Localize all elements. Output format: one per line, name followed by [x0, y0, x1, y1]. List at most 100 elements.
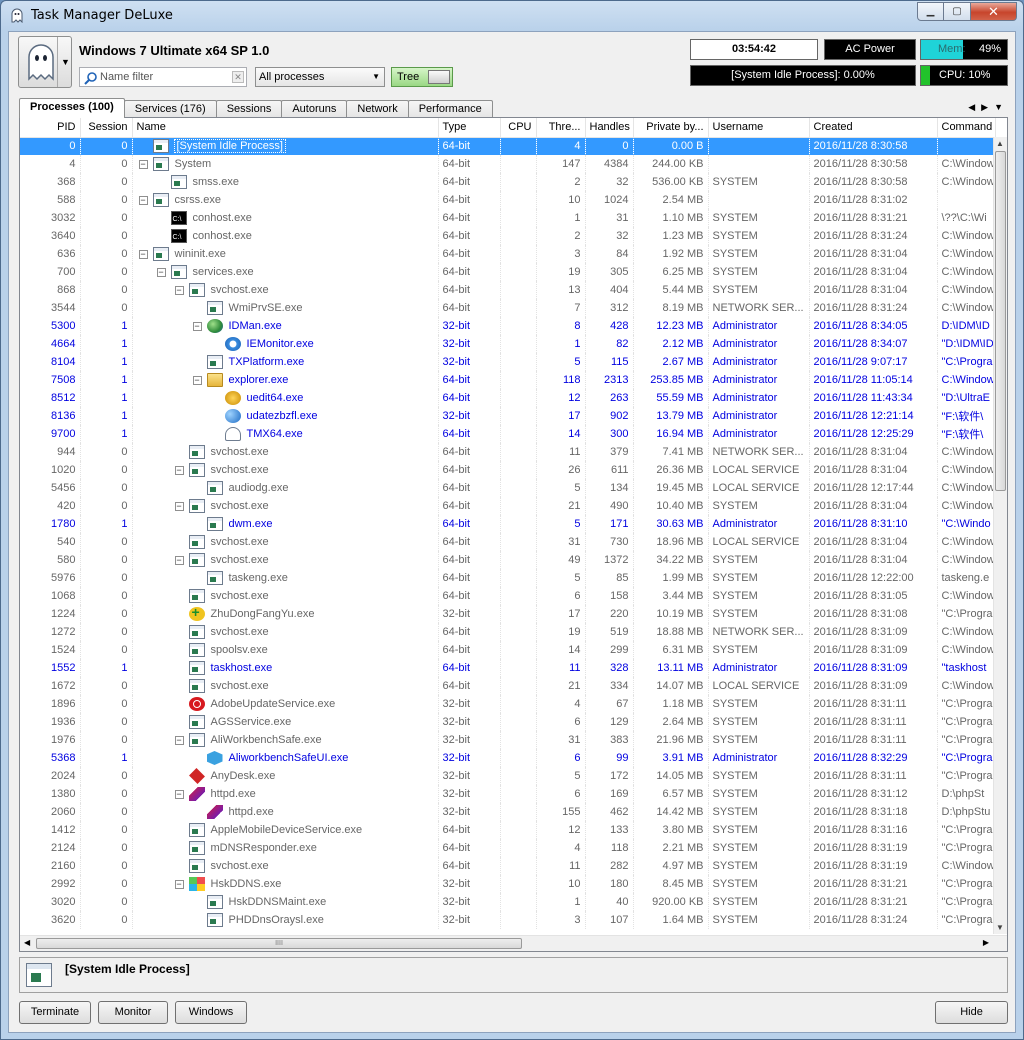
- tab-performance[interactable]: Performance: [407, 100, 493, 118]
- terminate-button[interactable]: Terminate: [19, 1001, 91, 1024]
- tree-collapse-icon[interactable]: −: [192, 375, 202, 385]
- scroll-down-icon[interactable]: ▼: [996, 923, 1004, 932]
- process-row[interactable]: 1672 0 svchost.exe 64-bit 21 334 14.07 MB LOCAL…: [20, 677, 996, 695]
- scroll-right-icon[interactable]: ▶: [983, 938, 989, 947]
- tree-collapse-icon[interactable]: −: [138, 159, 148, 169]
- chevron-down-icon[interactable]: ▼: [994, 102, 1009, 112]
- process-row[interactable]: 4 0− System 64-bit 147 4384 244.00 KB 2016/11/2…: [20, 155, 996, 173]
- tree-collapse-icon[interactable]: −: [174, 879, 184, 889]
- tree-collapse-icon[interactable]: −: [192, 321, 202, 331]
- tree-collapse-icon[interactable]: −: [174, 735, 184, 745]
- process-row[interactable]: 1936 0 AGSService.exe 32-bit 6 129 2.64 MB SYST…: [20, 713, 996, 731]
- column-header-pid[interactable]: PID: [20, 118, 81, 138]
- process-row[interactable]: 1524 0 spoolsv.exe 64-bit 14 299 6.31 MB SYSTEM…: [20, 641, 996, 659]
- title-bar[interactable]: Task Manager DeLuxe ▁ ▢ ✕: [1, 1, 1023, 31]
- process-row[interactable]: 8104 1 TXPlatform.exe 32-bit 5 115 2.67 MB Admi…: [20, 353, 996, 371]
- column-header-type[interactable]: Type: [438, 118, 501, 138]
- process-row[interactable]: 420 0 − svchost.exe 64-bit 21 490 10.40 MB SYSTE…: [20, 497, 996, 515]
- process-row[interactable]: 30320 conhost.exe 64-bit 1311.10 MBSYSTEM20…: [20, 209, 996, 227]
- chevron-left-icon[interactable]: ◀: [968, 102, 981, 112]
- scroll-left-icon[interactable]: ◀: [24, 938, 30, 947]
- name-filter-box[interactable]: ✕: [79, 67, 247, 87]
- process-row[interactable]: 36400 conhost.exe 64-bit 2321.23 MBSYSTEM20…: [20, 227, 996, 245]
- clear-filter-icon[interactable]: ✕: [232, 71, 244, 83]
- process-row[interactable]: 1780 1 dwm.exe 64-bit 5 171 30.63 MB Administra…: [20, 515, 996, 533]
- monitor-button[interactable]: Monitor: [98, 1001, 168, 1024]
- minimize-button[interactable]: ▁: [917, 2, 944, 21]
- process-row[interactable]: 9700 1 TMX64.exe 64-bit 14 300 16.94 MB Adminis…: [20, 425, 996, 443]
- tree-collapse-icon[interactable]: −: [138, 195, 148, 205]
- column-header-thre[interactable]: Thre...: [536, 118, 586, 138]
- process-row[interactable]: 8512 1 uedit64.exe 64-bit 12 263 55.59 MB Admin…: [20, 389, 996, 407]
- column-header-created[interactable]: Created: [809, 118, 938, 138]
- tab-network[interactable]: Network: [346, 100, 409, 118]
- horizontal-scroll-thumb[interactable]: IIII: [36, 938, 522, 949]
- process-row[interactable]: 5368 1 AliworkbenchSafeUI.exe 32-bit 6 99 3.91…: [20, 749, 996, 767]
- tab-processes[interactable]: Processes (100): [19, 98, 125, 118]
- windows-button[interactable]: Windows: [175, 1001, 247, 1024]
- name-filter-input[interactable]: [100, 69, 230, 85]
- tab-autoruns[interactable]: Autoruns: [281, 100, 348, 118]
- process-row[interactable]: 1896 0 AdobeUpdateService.exe 32-bit 4 67 1.18…: [20, 695, 996, 713]
- vertical-scroll-thumb[interactable]: [995, 151, 1006, 491]
- process-row[interactable]: 8136 1 udatezbzfl.exe 32-bit 17 902 13.79 MB Ad…: [20, 407, 996, 425]
- process-row[interactable]: 12240 ZhuDongFangYu.exe 32-bit 1722010.19 M…: [20, 605, 996, 623]
- process-list[interactable]: PID Session Name Type CPU Thre... Handles Priva…: [19, 117, 1008, 952]
- tree-collapse-icon[interactable]: −: [174, 789, 184, 799]
- column-header-handles[interactable]: Handles: [585, 118, 634, 138]
- process-row[interactable]: 5456 0 audiodg.exe 64-bit 5 134 19.45 MB LOCAL …: [20, 479, 996, 497]
- app-menu-button[interactable]: ▼: [18, 36, 72, 88]
- vertical-scrollbar[interactable]: ▲ ▼: [993, 137, 1007, 934]
- tree-collapse-icon[interactable]: −: [174, 465, 184, 475]
- process-row[interactable]: 3620 0 PHDDnsOraysl.exe 32-bit 3 107 1.64 MB SY…: [20, 911, 996, 929]
- column-header-private-by[interactable]: Private by...: [633, 118, 709, 138]
- process-row[interactable]: 1412 0 AppleMobileDeviceService.exe 64-bit 1…: [20, 821, 996, 839]
- process-row[interactable]: 944 0 svchost.exe 64-bit 11 379 7.41 MB NETWORK…: [20, 443, 996, 461]
- column-header-username[interactable]: Username: [708, 118, 810, 138]
- process-row[interactable]: 0 0 [System Idle Process] 64-bit 4 0 0.00 B 201…: [20, 137, 996, 155]
- dropdown-arrow-icon[interactable]: ▼: [61, 57, 70, 67]
- chevron-right-icon[interactable]: ▶: [981, 102, 994, 112]
- tab-scroll-nav[interactable]: ◀▶▼: [968, 102, 1009, 113]
- maximize-button[interactable]: ▢: [944, 2, 971, 21]
- process-row[interactable]: 540 0 svchost.exe 64-bit 31 730 18.96 MB LOCAL …: [20, 533, 996, 551]
- column-header-session[interactable]: Session: [80, 118, 133, 138]
- tab-sessions[interactable]: Sessions: [215, 100, 283, 118]
- process-row[interactable]: 3544 0 WmiPrvSE.exe 64-bit 7 312 8.19 MB NETWOR…: [20, 299, 996, 317]
- process-row[interactable]: 5300 1 − IDMan.exe 32-bit 8 428 12.23 MB Adminis…: [20, 317, 996, 335]
- process-row[interactable]: 580 0 − svchost.exe 64-bit 49 1372 34.22 MB SYST…: [20, 551, 996, 569]
- horizontal-scrollbar[interactable]: ◀ IIII ▶: [20, 935, 1007, 951]
- process-row[interactable]: 2060 0 httpd.exe 32-bit 155 462 14.42 MB SYSTEM…: [20, 803, 996, 821]
- process-row[interactable]: 2124 0 mDNSResponder.exe 64-bit 4 118 2.21 MB S…: [20, 839, 996, 857]
- process-row[interactable]: 1068 0 svchost.exe 64-bit 6 158 3.44 MB SYSTEM 2…: [20, 587, 996, 605]
- process-row[interactable]: 1380 0 − httpd.exe 32-bit 6 169 6.57 MB SYSTEM 20…: [20, 785, 996, 803]
- tree-collapse-icon[interactable]: −: [156, 267, 166, 277]
- process-row[interactable]: 1272 0 svchost.exe 64-bit 19 519 18.88 MB NETWO…: [20, 623, 996, 641]
- process-row[interactable]: 3020 0 HskDDNSMaint.exe 32-bit 1 40 920.00 KB S…: [20, 893, 996, 911]
- process-row[interactable]: 368 0 smss.exe 64-bit 2 32 536.00 KB SYSTEM 2016…: [20, 173, 996, 191]
- process-row[interactable]: 4664 1 IEMonitor.exe 32-bit 1 82 2.12 MB Admini…: [20, 335, 996, 353]
- process-row[interactable]: 2024 0 AnyDesk.exe 32-bit 5 172 14.05 MB SYSTEM…: [20, 767, 996, 785]
- tree-collapse-icon[interactable]: −: [174, 555, 184, 565]
- tree-view-toggle[interactable]: Tree: [391, 67, 453, 87]
- scroll-up-icon[interactable]: ▲: [996, 139, 1004, 148]
- process-row[interactable]: 2992 0 − HskDDNS.exe 32-bit 10 180 8.45 MB SYSTE…: [20, 875, 996, 893]
- tree-collapse-icon[interactable]: −: [174, 501, 184, 511]
- process-row[interactable]: 1552 1 taskhost.exe 64-bit 11 328 13.11 MB Admi…: [20, 659, 996, 677]
- process-row[interactable]: 636 0− wininit.exe 64-bit 3 84 1.92 MB SYSTEM 20…: [20, 245, 996, 263]
- process-row[interactable]: 588 0− csrss.exe 64-bit 10 1024 2.54 MB 2016/11…: [20, 191, 996, 209]
- process-row[interactable]: 7508 1 − explorer.exe 64-bit 118 2313 253.85 MB…: [20, 371, 996, 389]
- process-scope-select[interactable]: All processes ▼: [255, 67, 385, 87]
- tree-collapse-icon[interactable]: −: [174, 285, 184, 295]
- column-header-command-line[interactable]: Command Line: [937, 118, 996, 138]
- process-row[interactable]: 700 0 − services.exe 64-bit 19 305 6.25 MB SYSTE…: [20, 263, 996, 281]
- column-header-cpu[interactable]: CPU: [500, 118, 537, 138]
- column-header-name[interactable]: Name: [132, 118, 439, 138]
- tab-services[interactable]: Services (176): [123, 100, 217, 118]
- process-row[interactable]: 2160 0 svchost.exe 64-bit 11 282 4.97 MB SYSTEM…: [20, 857, 996, 875]
- process-row[interactable]: 5976 0 taskeng.exe 64-bit 5 85 1.99 MB SYSTEM 20…: [20, 569, 996, 587]
- process-row[interactable]: 1020 0 − svchost.exe 64-bit 26 611 26.36 MB LOCA…: [20, 461, 996, 479]
- process-row[interactable]: 868 0 − svchost.exe 64-bit 13 404 5.44 MB SYSTEM…: [20, 281, 996, 299]
- tree-collapse-icon[interactable]: −: [138, 249, 148, 259]
- close-button[interactable]: ✕: [971, 2, 1017, 21]
